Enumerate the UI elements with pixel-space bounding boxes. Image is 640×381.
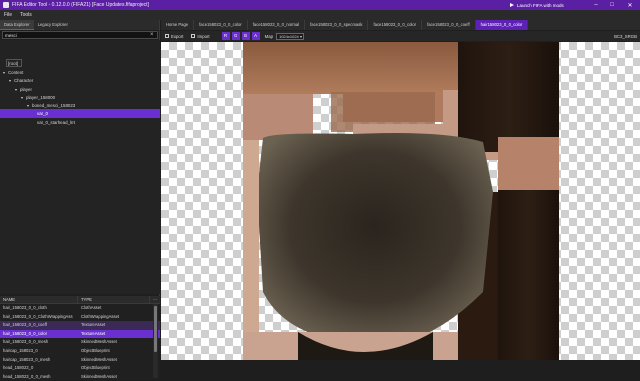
- channel-g-toggle[interactable]: G: [231, 32, 240, 40]
- window-title: FIFA Editor Tool - 0.12.0.0 (FIFA21) [Fa…: [12, 2, 149, 8]
- editor-panel: Home Page face158023_0_0_color face15802…: [161, 20, 640, 360]
- tree-node-label: var_0: [37, 111, 48, 116]
- explorer-panel: Data Explorer Legacy Explorer × [root] ▾…: [0, 20, 160, 380]
- tab-document[interactable]: face158023_0_0_color: [194, 20, 248, 30]
- import-button[interactable]: Import: [187, 34, 213, 39]
- tab-document[interactable]: face158023_0_0_color: [368, 20, 423, 30]
- tab-document-active[interactable]: hair158023_0_0_color: [475, 20, 529, 30]
- tree-node-label: player_158000: [26, 95, 56, 100]
- channel-a-toggle[interactable]: A: [251, 32, 260, 40]
- launch-label: Launch FIFA with mods: [517, 2, 564, 8]
- tab-data-explorer[interactable]: Data Explorer: [0, 20, 34, 30]
- play-icon: [510, 3, 514, 7]
- menu-tools[interactable]: Tools: [16, 12, 36, 18]
- export-icon: [165, 34, 169, 38]
- table-row[interactable]: haircap_158023_0 ObjectBlueprint: [0, 347, 160, 356]
- tree-node-label: boned_mesci_158023: [32, 103, 76, 108]
- cell-type: ObjectBlueprint: [81, 347, 110, 353]
- chevron-down-icon: ▾: [299, 33, 302, 39]
- search-box: ×: [2, 31, 158, 39]
- map-size-select[interactable]: 1024x1024 ▾: [275, 32, 304, 40]
- tree-node-label: [root]: [8, 61, 19, 66]
- tab-home-page[interactable]: Home Page: [161, 20, 195, 30]
- cell-name: hair_158023_0_0_coeff: [3, 322, 47, 328]
- tree-node-character[interactable]: ▾ Character: [0, 76, 160, 85]
- asset-table: NAME TYPE ⋯ hair_158023_0_0_cloth ClothAs…: [0, 296, 160, 380]
- export-button[interactable]: Export: [161, 34, 187, 39]
- tab-document[interactable]: face158023_0_0_coeff: [422, 20, 476, 30]
- cell-name: hair_158023_0_0_mesh: [3, 339, 49, 345]
- cell-type: ClothAsset: [81, 305, 102, 310]
- tree-node-label: Content: [8, 70, 24, 75]
- clear-search-icon[interactable]: ×: [150, 32, 154, 38]
- column-options-icon[interactable]: ⋯: [150, 296, 160, 303]
- close-button[interactable]: ✕: [622, 0, 638, 10]
- cell-type: TextureAsset: [81, 322, 106, 328]
- maximize-button[interactable]: □: [604, 0, 620, 10]
- tab-document[interactable]: face158023_0_0_specmask: [305, 20, 369, 30]
- launch-fifa-button[interactable]: Launch FIFA with mods: [510, 1, 564, 9]
- tab-document[interactable]: face158023_0_0_normal: [248, 20, 306, 30]
- texture-format-label: BC3_SRGB: [614, 33, 637, 39]
- cell-name: haircap_158023_0: [3, 347, 38, 353]
- column-header-name[interactable]: NAME: [0, 296, 78, 303]
- table-scrollbar[interactable]: [153, 304, 158, 378]
- channel-r-toggle[interactable]: R: [221, 32, 230, 40]
- explorer-tabs: Data Explorer Legacy Explorer: [0, 20, 159, 30]
- cell-name: hair_158023_0_0_ClothWrappingAss: [3, 313, 73, 319]
- cell-name: hair_158023_0_0_cloth: [3, 305, 47, 310]
- tab-legacy-explorer[interactable]: Legacy Explorer: [34, 20, 72, 30]
- texture-toolbar: Export Import R G B A Map 1024x1024 ▾ BC3…: [161, 31, 640, 41]
- cell-type: ClothWrappingAsset: [81, 313, 120, 319]
- asset-tree: [root] ▾ Content ▾ Character ▾ player ▾ play…: [0, 40, 160, 294]
- app-icon: [3, 2, 9, 8]
- tree-node-label: Character: [14, 78, 34, 83]
- tree-node-var-0[interactable]: var_0: [0, 109, 160, 118]
- table-row[interactable]: hair_158023_0_0_cloth ClothAsset: [0, 304, 160, 313]
- cell-name: head_158023_0_0_mesh: [3, 373, 51, 379]
- import-icon: [191, 34, 196, 38]
- table-row[interactable]: hair_158023_0_0_ClothWrappingAss ClothWra…: [0, 313, 160, 322]
- map-size-value: 1024x1024: [278, 33, 299, 39]
- tree-node-root[interactable]: [root]: [0, 59, 160, 68]
- cell-type: ObjectBlueprint: [81, 365, 110, 371]
- title-bar: FIFA Editor Tool - 0.12.0.0 (FIFA21) [Fa…: [0, 0, 640, 10]
- table-header: NAME TYPE ⋯: [0, 296, 160, 304]
- cell-name: head_158023_0: [3, 365, 34, 371]
- table-row[interactable]: head_158023_0_0_mesh SkinnedMeshAsset: [0, 373, 160, 381]
- document-tabs: Home Page face158023_0_0_color face15802…: [161, 20, 640, 30]
- import-label: Import: [197, 33, 210, 39]
- cell-type: SkinnedMeshAsset: [81, 339, 117, 345]
- tree-node-var-0-starhead[interactable]: var_0_starhead_lrrt: [0, 118, 160, 127]
- table-row[interactable]: hair_158023_0_0_mesh SkinnedMeshAsset: [0, 338, 160, 347]
- channel-b-toggle[interactable]: B: [241, 32, 250, 40]
- table-row[interactable]: head_158023_0 ObjectBlueprint: [0, 364, 160, 373]
- export-label: Export: [171, 33, 184, 39]
- table-row[interactable]: hair_158023_0_0_coeff TextureAsset: [0, 321, 160, 330]
- map-label: Map: [264, 33, 273, 39]
- texture-viewport[interactable]: [161, 42, 640, 360]
- search-input[interactable]: [3, 32, 148, 38]
- menu-bar: File Tools: [0, 10, 640, 20]
- tree-node-label: player: [20, 87, 32, 92]
- cell-name: hair_158023_0_0_color: [3, 330, 48, 336]
- cell-type: SkinnedMeshAsset: [81, 373, 117, 379]
- menu-file[interactable]: File: [0, 12, 16, 18]
- scrollbar-thumb[interactable]: [154, 306, 157, 352]
- table-row-selected[interactable]: hair_158023_0_0_color TextureAsset: [0, 329, 160, 339]
- tree-node-label: var_0_starhead_lrrt: [37, 120, 76, 125]
- cell-type: TextureAsset: [81, 330, 106, 336]
- column-header-type[interactable]: TYPE: [78, 296, 150, 303]
- minimize-button[interactable]: –: [588, 0, 604, 10]
- hair-texture-preview: [243, 42, 559, 360]
